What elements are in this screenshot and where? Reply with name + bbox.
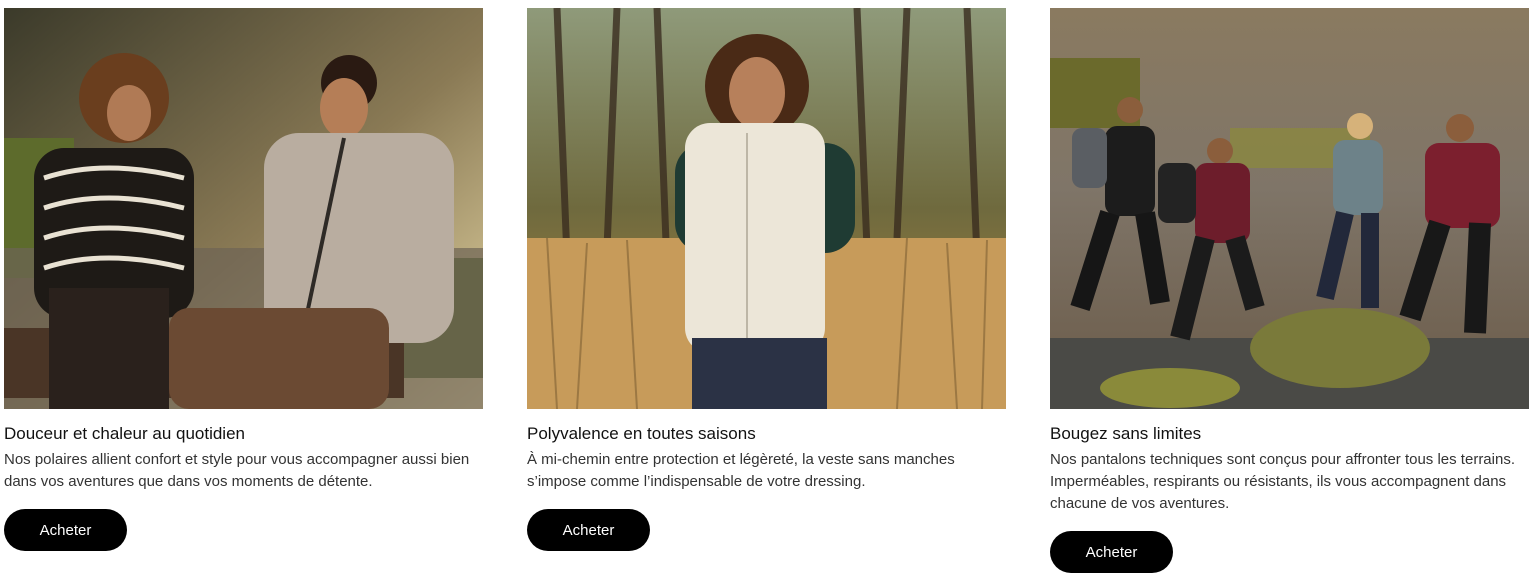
feature-card-vest: Polyvalence en toutes saisons À mi-chemi…	[527, 8, 1006, 551]
hikers-crossing-stream-image	[1050, 8, 1529, 409]
product-feature-grid: Douceur et chaleur au quotidien Nos pola…	[0, 0, 1536, 588]
fleece-photo[interactable]	[4, 8, 483, 409]
woman-in-field-image	[527, 8, 1006, 409]
card-title: Douceur et chaleur au quotidien	[4, 424, 245, 443]
feature-card-trousers: Bougez sans limites Nos pantalons techni…	[1050, 8, 1529, 573]
card-description: Nos polaires allient confort et style po…	[4, 451, 470, 490]
trousers-photo[interactable]	[1050, 8, 1529, 409]
feature-card-fleece: Douceur et chaleur au quotidien Nos pola…	[4, 8, 483, 551]
acheter-button[interactable]: Acheter	[1050, 531, 1173, 573]
card-description: Nos pantalons techniques sont conçus pou…	[1050, 451, 1515, 512]
acheter-button[interactable]: Acheter	[527, 509, 650, 551]
card-title: Polyvalence en toutes saisons	[527, 424, 756, 443]
card-title: Bougez sans limites	[1050, 424, 1202, 443]
couple-on-bench-image	[4, 8, 483, 409]
vest-photo[interactable]	[527, 8, 1006, 409]
acheter-button[interactable]: Acheter	[4, 509, 127, 551]
card-description: À mi-chemin entre protection et légèreté…	[527, 451, 955, 490]
